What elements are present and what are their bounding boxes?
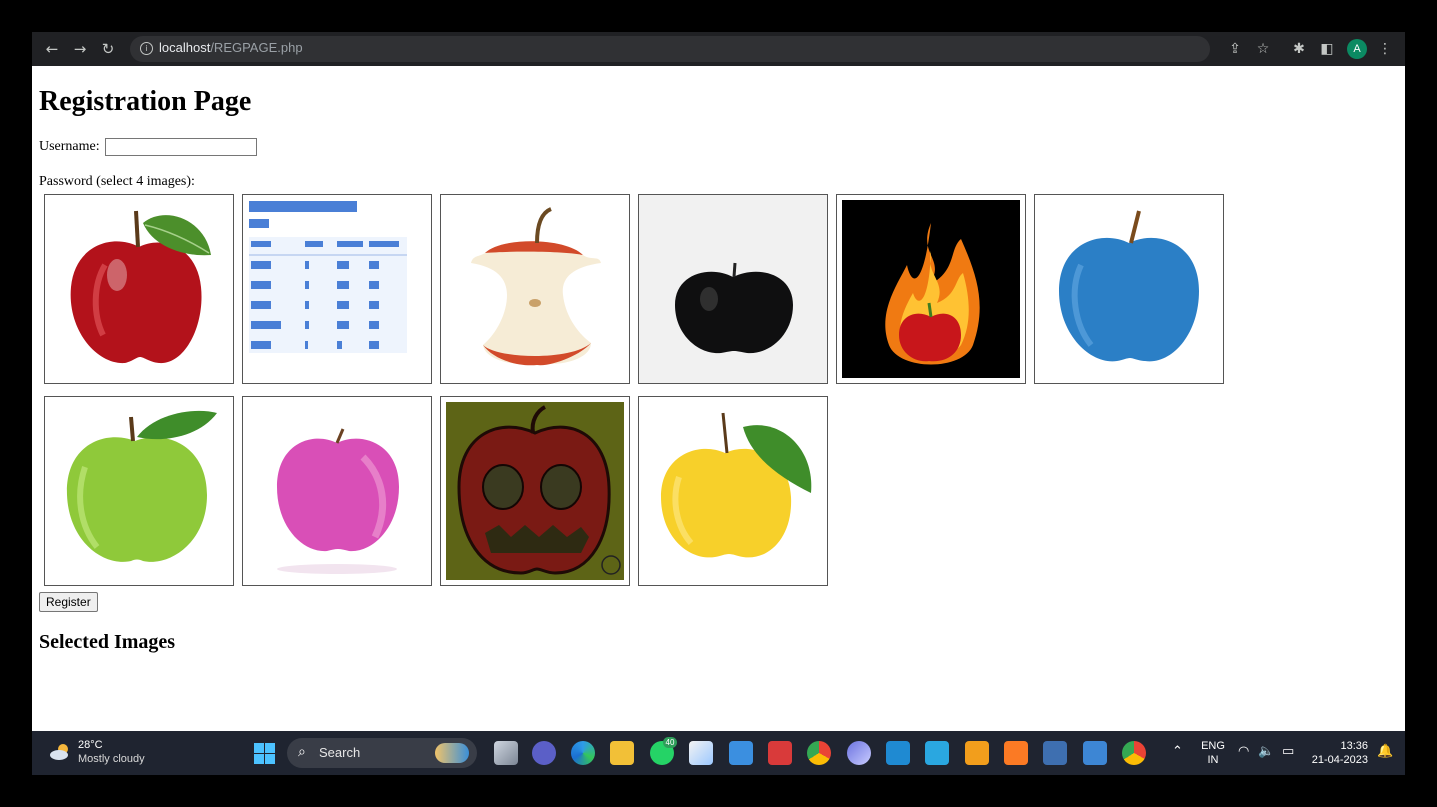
cloud-sun-icon[interactable] bbox=[49, 743, 71, 761]
mail-icon[interactable] bbox=[729, 741, 753, 765]
reload-icon[interactable]: ↻ bbox=[99, 40, 117, 58]
page-title: Registration Page bbox=[39, 86, 252, 117]
taskbar: 28°C Mostly cloudy ⌕ Search 40 ⌃ ENG IN … bbox=[32, 731, 1405, 775]
pink-apple-image bbox=[277, 428, 399, 574]
page-content: Registration Page Username: Password (se… bbox=[32, 66, 1405, 731]
side-panel-icon[interactable]: ◧ bbox=[1318, 40, 1336, 58]
extensions-icon[interactable]: ✱ bbox=[1290, 40, 1308, 58]
back-arrow-icon[interactable]: ← bbox=[43, 40, 61, 58]
windows-start-icon[interactable] bbox=[254, 743, 275, 764]
green-apple-image bbox=[66, 410, 217, 562]
image-option-blue-apple[interactable] bbox=[1034, 194, 1224, 384]
search-icon: ⌕ bbox=[298, 744, 306, 760]
language-primary[interactable]: ENG bbox=[1200, 740, 1226, 752]
blue-apple-image bbox=[1059, 210, 1199, 362]
red-apple-image bbox=[70, 210, 211, 364]
bookmark-star-icon[interactable]: ☆ bbox=[1254, 40, 1272, 58]
battery-icon[interactable]: ▭ bbox=[1282, 744, 1294, 759]
volume-icon[interactable]: 🔈 bbox=[1258, 744, 1274, 759]
edge-browser-icon[interactable] bbox=[571, 741, 595, 765]
chrome-icon[interactable] bbox=[807, 741, 831, 765]
image-option-yellow-apple[interactable] bbox=[638, 396, 828, 586]
clock-date[interactable]: 21-04-2023 bbox=[1304, 754, 1368, 766]
notification-bell-icon[interactable]: 🔔 bbox=[1377, 744, 1393, 759]
image-option-skull-apple[interactable] bbox=[440, 396, 630, 586]
mysql-workbench-icon[interactable] bbox=[1043, 741, 1067, 765]
sublime-text-icon[interactable] bbox=[965, 741, 989, 765]
taskbar-search[interactable]: ⌕ Search bbox=[287, 738, 477, 768]
app-icon[interactable] bbox=[847, 741, 871, 765]
image-option-black-apple[interactable] bbox=[638, 194, 828, 384]
selected-images-heading: Selected Images bbox=[39, 631, 176, 653]
chevron-up-icon[interactable]: ⌃ bbox=[1172, 744, 1183, 759]
screen: ← → ↻ i localhost/REGPAGE.php ⇪ ☆ ✱ ◧ A … bbox=[32, 32, 1405, 775]
password-label: Password (select 4 images): bbox=[39, 174, 195, 189]
l-app-icon[interactable] bbox=[925, 741, 949, 765]
profile-avatar[interactable]: A bbox=[1347, 39, 1367, 59]
weather-temperature[interactable]: 28°C bbox=[78, 739, 103, 751]
xampp-icon[interactable] bbox=[1004, 741, 1028, 765]
fire-apple-image bbox=[842, 200, 1020, 378]
microsoft-store-icon[interactable] bbox=[689, 741, 713, 765]
url-text[interactable]: localhost/REGPAGE.php bbox=[159, 40, 303, 55]
chrome-profile-icon[interactable] bbox=[1122, 741, 1146, 765]
weather-description[interactable]: Mostly cloudy bbox=[78, 753, 145, 765]
share-icon[interactable]: ⇪ bbox=[1226, 40, 1244, 58]
task-view-icon[interactable] bbox=[494, 741, 518, 765]
vscode-icon[interactable] bbox=[886, 741, 910, 765]
image-option-fire-apple[interactable] bbox=[836, 194, 1026, 384]
image-option-red-apple[interactable] bbox=[44, 194, 234, 384]
username-input[interactable] bbox=[105, 138, 257, 156]
image-option-apple-core[interactable] bbox=[440, 194, 630, 384]
info-icon[interactable]: i bbox=[140, 42, 153, 55]
whatsapp-badge: 40 bbox=[663, 737, 677, 748]
image-option-table-screenshot[interactable] bbox=[242, 194, 432, 384]
apple-core-image bbox=[471, 207, 601, 366]
black-apple-image bbox=[639, 195, 827, 383]
url-path: /REGPAGE.php bbox=[210, 40, 303, 55]
forward-arrow-icon[interactable]: → bbox=[71, 40, 89, 58]
address-bar[interactable]: i localhost/REGPAGE.php bbox=[130, 36, 1210, 62]
search-highlight-icon bbox=[435, 743, 469, 763]
search-label: Search bbox=[319, 745, 361, 760]
language-region[interactable]: IN bbox=[1200, 754, 1226, 766]
clock-time[interactable]: 13:36 bbox=[1308, 740, 1368, 752]
username-label: Username: bbox=[39, 139, 100, 154]
mcafee-icon[interactable] bbox=[768, 741, 792, 765]
teams-chat-icon[interactable] bbox=[532, 741, 556, 765]
url-host: localhost bbox=[159, 40, 211, 55]
table-screenshot-image bbox=[249, 201, 407, 353]
skull-apple-image bbox=[446, 402, 624, 580]
wifi-icon[interactable]: ◠ bbox=[1238, 744, 1249, 759]
yellow-apple-image bbox=[661, 412, 812, 558]
menu-kebab-icon[interactable]: ⋮ bbox=[1376, 40, 1394, 58]
register-button[interactable]: Register bbox=[39, 592, 98, 612]
file-explorer-icon[interactable] bbox=[610, 741, 634, 765]
browser-toolbar: ← → ↻ i localhost/REGPAGE.php ⇪ ☆ ✱ ◧ A … bbox=[32, 32, 1405, 66]
image-option-pink-apple[interactable] bbox=[242, 396, 432, 586]
image-option-green-apple[interactable] bbox=[44, 396, 234, 586]
notepad-icon[interactable] bbox=[1083, 741, 1107, 765]
